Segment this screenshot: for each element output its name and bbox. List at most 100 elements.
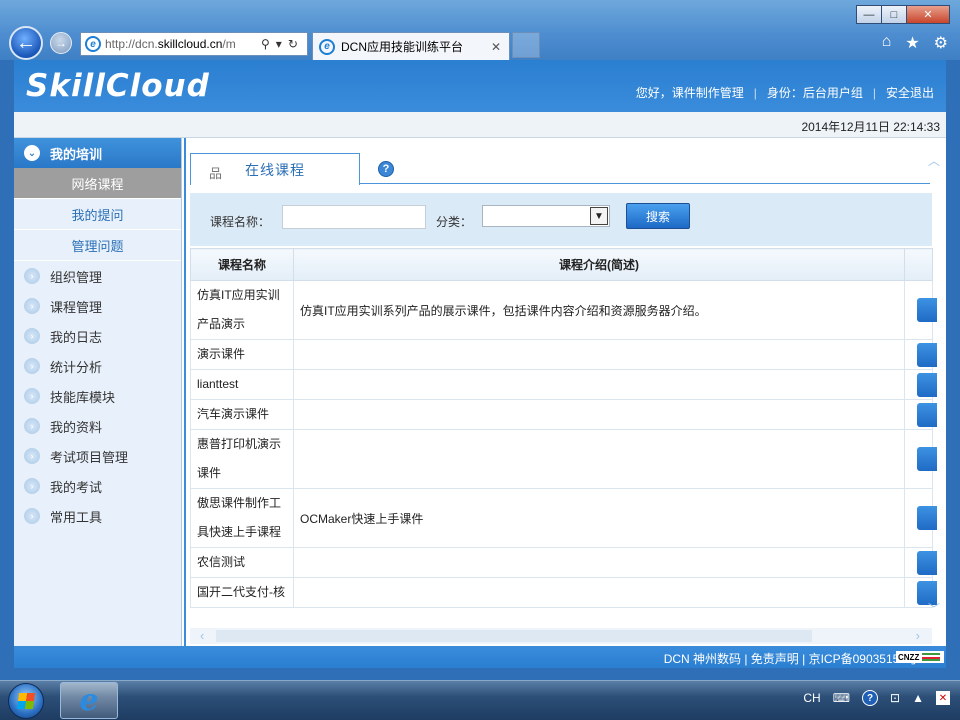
new-tab-button[interactable]: [512, 32, 540, 58]
sidebar-subitem-manage-questions[interactable]: 管理问题: [14, 230, 181, 261]
sidebar-item[interactable]: › 我的日志: [14, 321, 181, 351]
course-name-cell[interactable]: lianttest: [190, 369, 294, 400]
chevron-down-icon[interactable]: ▼: [590, 207, 608, 225]
tab-online-courses[interactable]: 品 在线课程: [190, 153, 360, 185]
horizontal-scrollbar[interactable]: ‹ ›: [190, 628, 932, 644]
home-icon[interactable]: ⌂: [882, 33, 892, 53]
table-row[interactable]: 演示课件: [190, 339, 937, 370]
course-name-label: 课程名称：: [210, 215, 271, 229]
logout-link[interactable]: 安全退出: [886, 84, 934, 101]
tab-title: DCN应用技能训练平台: [341, 40, 463, 54]
action-cell: [904, 369, 937, 400]
scroll-down-icon[interactable]: ﹀: [928, 600, 940, 617]
enter-course-button[interactable]: [917, 447, 937, 471]
dropdown-icon[interactable]: ▾: [276, 37, 282, 51]
start-button[interactable]: [8, 683, 44, 719]
course-name-cell[interactable]: 农信测试: [190, 547, 294, 578]
table-row[interactable]: 仿真IT应用实训产品演示 仿真IT应用实训系列产品的展示课件，包括课件内容介绍和资…: [190, 280, 937, 340]
close-button[interactable]: ✕: [906, 5, 950, 24]
course-table: 课程名称 课程介绍(简述) 仿真IT应用实训产品演示 仿真IT应用实训系列产品的展…: [190, 248, 937, 608]
favorites-star-icon[interactable]: ★: [905, 33, 919, 53]
sidebar-item[interactable]: › 组织管理: [14, 261, 181, 291]
help-tray-icon[interactable]: ?: [862, 690, 879, 706]
course-name-cell[interactable]: 汽车演示课件: [190, 399, 294, 430]
help-icon[interactable]: ?: [378, 161, 394, 177]
cnzz-badge[interactable]: CNZZ: [896, 651, 944, 663]
address-url[interactable]: http://dcn.skillcloud.cn/m: [105, 37, 255, 51]
enter-course-button[interactable]: [917, 402, 937, 427]
system-tray: CH ⌨ ? ⊡ ▲ ✕: [803, 690, 950, 706]
window-controls: — □ ✕: [856, 5, 950, 24]
course-name-input[interactable]: [282, 205, 426, 229]
scroll-left-icon[interactable]: ‹: [200, 628, 204, 643]
enter-course-button[interactable]: [917, 550, 937, 575]
table-row[interactable]: 傲思课件制作工具快速上手课程 OCMaker快速上手课件: [190, 488, 937, 548]
sidebar-subitem-online-courses[interactable]: 网络课程: [14, 168, 181, 199]
address-bar[interactable]: e http://dcn.skillcloud.cn/m ⚲ ▾ ↻: [80, 32, 308, 56]
table-row[interactable]: 惠普打印机演示课件: [190, 429, 937, 489]
minimize-button[interactable]: —: [856, 5, 882, 24]
enter-course-button[interactable]: [917, 298, 937, 322]
table-viewport[interactable]: 课程名称 课程介绍(简述) 仿真IT应用实训产品演示 仿真IT应用实训系列产品的展…: [186, 248, 948, 624]
column-header-course-name: 课程名称: [190, 248, 294, 281]
sidebar-item[interactable]: › 技能库模块: [14, 381, 181, 411]
sidebar-item[interactable]: › 我的资料: [14, 411, 181, 441]
table-row[interactable]: 国开二代支付-核: [190, 577, 937, 608]
sidebar-section-my-training[interactable]: ⌄ 我的培训: [14, 138, 181, 168]
footer-text: DCN 神州数码 | 免责声明 | 京ICP备09035151号: [663, 652, 918, 666]
chevron-right-icon: ›: [24, 418, 40, 434]
browser-tab-active[interactable]: e DCN应用技能训练平台 ✕: [312, 32, 510, 60]
maximize-button[interactable]: □: [881, 5, 907, 24]
taskbar-ie-button[interactable]: e: [60, 682, 118, 719]
chevron-right-icon: ›: [24, 478, 40, 494]
sidebar-item[interactable]: › 统计分析: [14, 351, 181, 381]
course-name-cell[interactable]: 傲思课件制作工具快速上手课程: [190, 488, 294, 548]
separator: |: [872, 85, 876, 100]
sidebar-item[interactable]: › 考试项目管理: [14, 441, 181, 471]
sidebar-item-label: 技能库模块: [50, 389, 116, 405]
scroll-right-icon[interactable]: ›: [916, 628, 920, 643]
language-indicator[interactable]: CH: [803, 691, 820, 705]
scrollbar-thumb[interactable]: [216, 630, 812, 642]
refresh-icon[interactable]: ↻: [288, 37, 298, 51]
enter-course-button[interactable]: [917, 342, 937, 367]
tray-expand-icon[interactable]: ▲: [912, 691, 924, 705]
scroll-up-icon[interactable]: ︿: [928, 152, 940, 169]
action-cell: [904, 280, 937, 340]
course-intro-cell: [293, 429, 905, 489]
table-row[interactable]: lianttest: [190, 369, 937, 400]
identity-link[interactable]: 身份：后台用户组: [767, 84, 863, 101]
sidebar-item-label: 常用工具: [50, 509, 103, 525]
keyboard-icon[interactable]: ⌨: [833, 691, 850, 705]
tools-gear-icon[interactable]: ⚙: [934, 33, 948, 53]
sidebar-item[interactable]: › 我的考试: [14, 471, 181, 501]
chevron-right-icon: ›: [24, 388, 40, 404]
table-row[interactable]: 农信测试: [190, 547, 937, 578]
table-row[interactable]: 汽车演示课件: [190, 399, 937, 430]
enter-course-button[interactable]: [917, 372, 937, 397]
chevron-right-icon: ›: [24, 358, 40, 374]
course-name-cell[interactable]: 仿真IT应用实训产品演示: [190, 280, 294, 340]
category-select[interactable]: ▼: [482, 205, 610, 227]
forward-button[interactable]: →: [50, 32, 72, 54]
back-arrow-icon: ←: [16, 31, 36, 54]
tab-close-icon[interactable]: ✕: [491, 40, 501, 54]
sidebar-item[interactable]: › 常用工具: [14, 501, 181, 531]
sidebar-item[interactable]: › 课程管理: [14, 291, 181, 321]
sidebar-subitem-my-questions[interactable]: 我的提问: [14, 199, 181, 230]
course-name-cell[interactable]: 国开二代支付-核: [190, 577, 294, 608]
sidebar-item-label: 我的考试: [50, 479, 103, 495]
enter-course-button[interactable]: [917, 506, 937, 530]
course-name-cell[interactable]: 惠普打印机演示课件: [190, 429, 294, 489]
course-name-cell[interactable]: 演示课件: [190, 339, 294, 370]
action-center-flag-icon[interactable]: ✕: [936, 691, 950, 705]
action-cell: [904, 399, 937, 430]
course-intro-cell: [293, 577, 905, 608]
search-icon[interactable]: ⚲: [261, 37, 270, 51]
network-icon[interactable]: ⊡: [890, 691, 900, 705]
search-panel: 课程名称： 分类： ▼ 搜索: [190, 192, 932, 246]
search-button[interactable]: 搜索: [626, 203, 690, 229]
taskbar: e CH ⌨ ? ⊡ ▲ ✕: [0, 680, 960, 720]
back-button[interactable]: ←: [9, 26, 43, 60]
greeting-link[interactable]: 您好，课件制作管理: [636, 84, 744, 101]
